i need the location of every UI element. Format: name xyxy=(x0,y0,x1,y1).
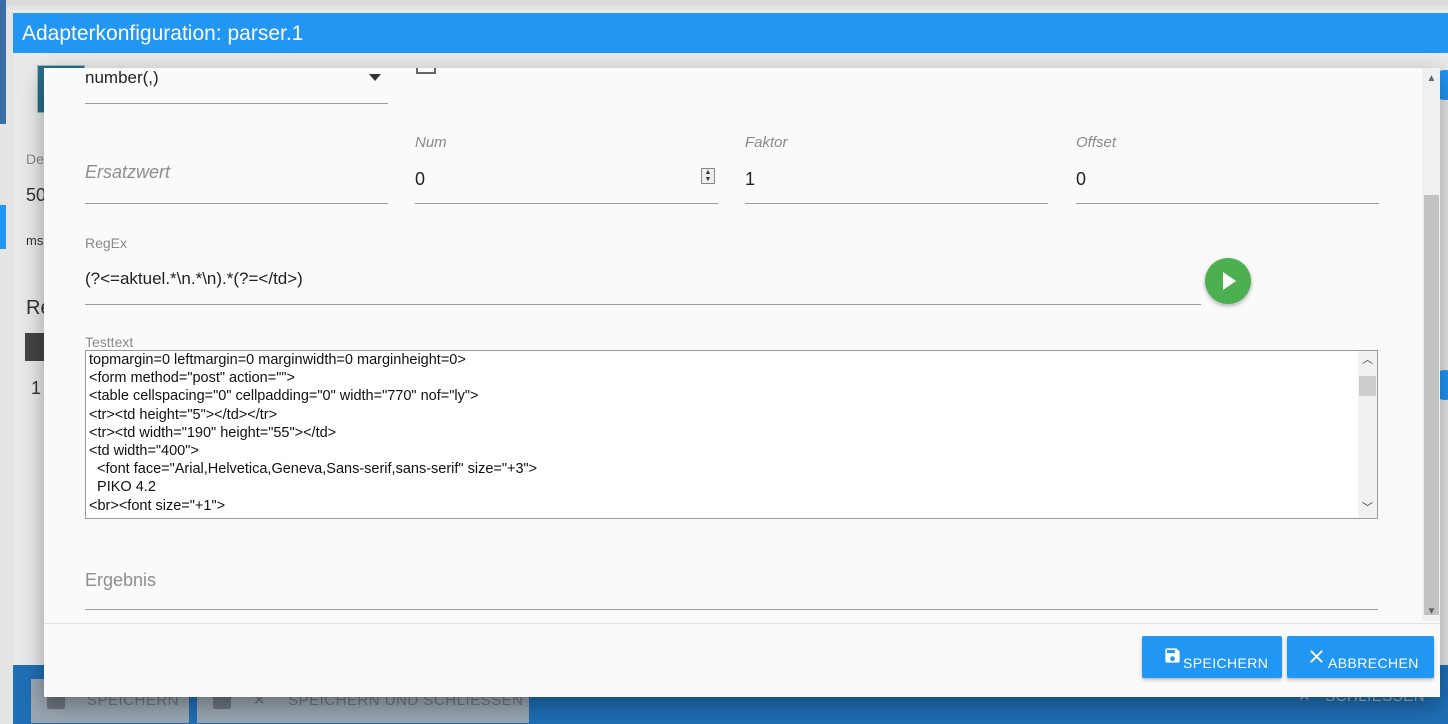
testtext-line: <br><font size="+1"> xyxy=(89,497,226,514)
left-accent xyxy=(0,0,6,124)
num-label: Num xyxy=(415,134,447,151)
result-placeholder: Ergebnis xyxy=(85,570,157,590)
play-icon xyxy=(1223,272,1236,290)
regex-underline xyxy=(85,304,1201,305)
factor-underline xyxy=(745,203,1048,204)
regex-label: RegEx xyxy=(85,235,128,251)
close-icon xyxy=(1310,650,1323,663)
type-select-underline xyxy=(85,103,388,104)
testtext-textarea[interactable]: topmargin=0 leftmargin=0 marginwidth=0 m… xyxy=(85,350,1378,519)
num-input[interactable]: 0 xyxy=(415,169,425,190)
testtext-line: PIKO 4.2 xyxy=(89,479,156,496)
testtext-line: <td width="400"> xyxy=(89,442,199,459)
substitute-underline xyxy=(85,203,388,204)
bg-row-number: 1 xyxy=(31,378,42,398)
scroll-up-arrow-icon[interactable]: ▲ xyxy=(1424,71,1439,86)
testtext-line: topmargin=0 leftmargin=0 marginwidth=0 m… xyxy=(89,352,466,368)
substitute-placeholder: Ersatzwert xyxy=(85,162,171,182)
chevron-down-icon[interactable]: ﹀ xyxy=(1360,501,1375,516)
offset-underline xyxy=(1076,203,1379,204)
checkbox[interactable] xyxy=(416,68,436,74)
testtext-line: <tr><td width="190" height="55"></td> xyxy=(89,424,337,441)
textarea-scrollbar[interactable]: ︿ ﹀ xyxy=(1358,351,1377,518)
save-button-label: SPEICHERN xyxy=(1183,655,1269,671)
dialog-scroll-thumb[interactable] xyxy=(1424,195,1439,615)
factor-label: Faktor xyxy=(745,134,788,151)
result-underline xyxy=(85,609,1378,610)
test-regex-button[interactable] xyxy=(1205,258,1251,304)
browser-topline xyxy=(0,0,1448,6)
offset-input[interactable]: 0 xyxy=(1076,169,1086,190)
testtext-line: <tr><td height="5"></td></tr> xyxy=(89,406,278,423)
cancel-button[interactable]: ABBRECHEN xyxy=(1287,636,1434,678)
num-underline xyxy=(415,203,718,204)
testtext-line: <font face="Arial,Helvetica,Geneva,Sans-… xyxy=(89,461,538,478)
number-stepper[interactable]: ▲ ▼ xyxy=(701,168,715,184)
testtext-line: <form method="post" action=""> xyxy=(89,370,295,387)
cancel-button-label: ABBRECHEN xyxy=(1328,655,1419,671)
dialog-actions-divider xyxy=(44,623,1440,624)
chevron-down-icon xyxy=(369,74,381,81)
testtext-content: topmargin=0 leftmargin=0 marginwidth=0 m… xyxy=(89,351,1355,515)
scroll-down-arrow-icon[interactable]: ▼ xyxy=(1424,604,1439,619)
window-title: Adapterkonfiguration: parser.1 xyxy=(13,13,1448,53)
offset-label: Offset xyxy=(1076,134,1117,151)
factor-input[interactable]: 1 xyxy=(745,169,755,190)
regex-input[interactable]: (?<=aktuel.*\n.*\n).*(?=</td>) xyxy=(85,269,303,289)
parser-rule-dialog: number(,) Ersatzwert Num 0 ▲ ▼ Faktor 1 O… xyxy=(44,68,1440,697)
testtext-line: <table cellspacing="0" cellpadding="0" w… xyxy=(89,388,479,405)
textarea-scroll-thumb[interactable] xyxy=(1359,376,1376,396)
dialog-content: number(,) Ersatzwert Num 0 ▲ ▼ Faktor 1 O… xyxy=(44,68,1420,623)
floppy-disk-icon xyxy=(1165,648,1180,663)
left-accent-blue xyxy=(0,205,6,249)
type-select-value: number(,) xyxy=(85,68,159,87)
chevron-up-icon[interactable]: ︿ xyxy=(1360,353,1375,368)
save-button[interactable]: SPEICHERN xyxy=(1142,636,1282,678)
bg-label-de: De xyxy=(26,151,44,167)
testtext-label: Testtext xyxy=(85,334,134,350)
bg-text-ms: ms xyxy=(26,233,44,248)
